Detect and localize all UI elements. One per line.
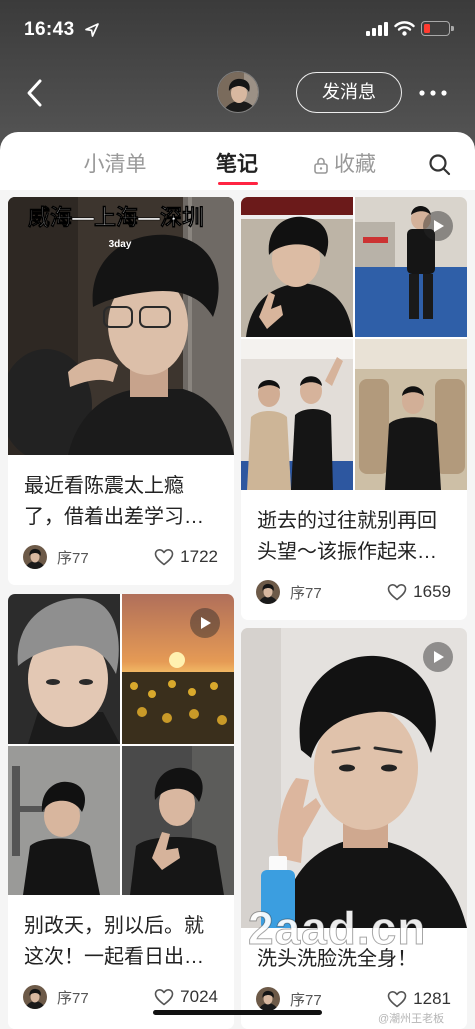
note-title-line: 最近看陈震太上瘾 bbox=[24, 475, 184, 497]
play-icon bbox=[423, 642, 453, 672]
cover-photo: 威海—上海—深圳 3day bbox=[8, 197, 234, 455]
note-title[interactable]: 最近看陈震太上瘾 了，借着出差学习… bbox=[8, 455, 234, 533]
note-card[interactable]: 威海—上海—深圳 3day 最近看陈震太上瘾 了，借着出差学习… 序77 172… bbox=[8, 197, 234, 585]
tab-notes[interactable]: 笔记 bbox=[207, 152, 267, 178]
collage-cell bbox=[241, 197, 353, 337]
location-arrow-icon bbox=[85, 23, 99, 37]
collage-cell bbox=[8, 594, 120, 744]
battery-nub bbox=[451, 26, 454, 31]
like-button[interactable]: 1722 bbox=[154, 547, 218, 567]
like-button[interactable]: 7024 bbox=[154, 987, 218, 1007]
signal-icon bbox=[366, 22, 388, 36]
like-count: 7024 bbox=[180, 987, 218, 1006]
cover-photo-collage bbox=[241, 197, 467, 490]
author-avatar[interactable] bbox=[23, 985, 47, 1009]
note-title-line: 逝去的过往就别再回 bbox=[257, 510, 437, 532]
play-icon bbox=[423, 211, 453, 241]
note-title[interactable]: 别改天，别以后。就 这次！一起看日出… bbox=[8, 895, 234, 973]
note-title-line: 头望～该振作起来… bbox=[257, 541, 437, 563]
status-time: 16:43 bbox=[24, 19, 75, 40]
note-title-line: 别改天，别以后。就 bbox=[24, 915, 204, 937]
avatar-image bbox=[218, 72, 258, 112]
heart-outline-icon bbox=[154, 549, 174, 566]
battery-icon bbox=[421, 21, 450, 36]
cover-overlay-subtitle: 3day bbox=[109, 239, 132, 250]
collage-cell bbox=[122, 746, 234, 895]
note-title[interactable]: 洗头洗脸洗全身！ bbox=[241, 928, 467, 975]
send-message-button[interactable]: 发消息 bbox=[296, 72, 402, 113]
note-meta: 序77 1722 bbox=[8, 541, 234, 573]
note-meta: 序77 1659 bbox=[241, 576, 467, 608]
author-name[interactable]: 序77 bbox=[57, 987, 89, 1008]
collage-cell bbox=[355, 339, 467, 490]
heart-outline-icon bbox=[387, 991, 407, 1008]
note-card[interactable]: 别改天，别以后。就 这次！一起看日出… 序77 7024 bbox=[8, 594, 234, 1029]
active-tab-indicator bbox=[218, 182, 258, 185]
cover-photo-collage bbox=[8, 594, 234, 895]
author-name[interactable]: 序77 bbox=[57, 547, 89, 568]
collage-cell bbox=[8, 746, 120, 895]
note-card[interactable]: 洗头洗脸洗全身！ 序77 1281 bbox=[241, 628, 467, 1029]
like-button[interactable]: 1659 bbox=[387, 582, 451, 602]
cover-photo bbox=[241, 628, 467, 928]
note-card[interactable]: 逝去的过往就别再回 头望～该振作起来… 序77 1659 bbox=[241, 197, 467, 620]
note-meta: 序77 7024 bbox=[8, 981, 234, 1013]
collage-cell bbox=[241, 339, 353, 490]
like-button[interactable]: 1281 bbox=[387, 989, 451, 1009]
note-title[interactable]: 逝去的过往就别再回 头望～该振作起来… bbox=[241, 490, 467, 568]
note-title-line: 这次！一起看日出… bbox=[24, 946, 204, 968]
lock-icon bbox=[314, 157, 328, 174]
note-cover-image[interactable]: 威海—上海—深圳 3day bbox=[8, 197, 234, 455]
author-name[interactable]: 序77 bbox=[290, 582, 322, 603]
heart-outline-icon bbox=[387, 584, 407, 601]
more-horizontal-icon[interactable] bbox=[416, 86, 450, 100]
tab-favorites[interactable]: 收藏 bbox=[334, 152, 386, 178]
home-indicator[interactable] bbox=[153, 1010, 322, 1015]
like-count: 1659 bbox=[413, 582, 451, 601]
profile-screen: 16:43 发消息 小清单 笔记 收藏 威海—上海—深圳 3day 最近看陈震太… bbox=[0, 0, 475, 1029]
like-count: 1281 bbox=[413, 989, 451, 1008]
note-title-line: 了，借着出差学习… bbox=[24, 506, 204, 528]
tab-checklist[interactable]: 小清单 bbox=[75, 152, 155, 178]
like-count: 1722 bbox=[180, 547, 218, 566]
wifi-icon bbox=[394, 21, 415, 36]
avatar[interactable] bbox=[217, 71, 259, 113]
author-avatar[interactable] bbox=[23, 545, 47, 569]
chevron-left-icon[interactable] bbox=[24, 77, 44, 109]
note-title-line: 洗头洗脸洗全身！ bbox=[257, 948, 417, 970]
note-cover-image[interactable] bbox=[8, 594, 234, 895]
battery-level bbox=[423, 23, 430, 33]
play-icon bbox=[190, 608, 220, 638]
author-avatar[interactable] bbox=[256, 987, 280, 1011]
heart-outline-icon bbox=[154, 989, 174, 1006]
note-cover-image[interactable] bbox=[241, 628, 467, 928]
search-icon[interactable] bbox=[428, 153, 452, 177]
cover-overlay-title: 威海—上海—深圳 bbox=[28, 205, 204, 230]
author-name[interactable]: 序77 bbox=[290, 989, 322, 1010]
note-cover-image[interactable] bbox=[241, 197, 467, 490]
author-avatar[interactable] bbox=[256, 580, 280, 604]
